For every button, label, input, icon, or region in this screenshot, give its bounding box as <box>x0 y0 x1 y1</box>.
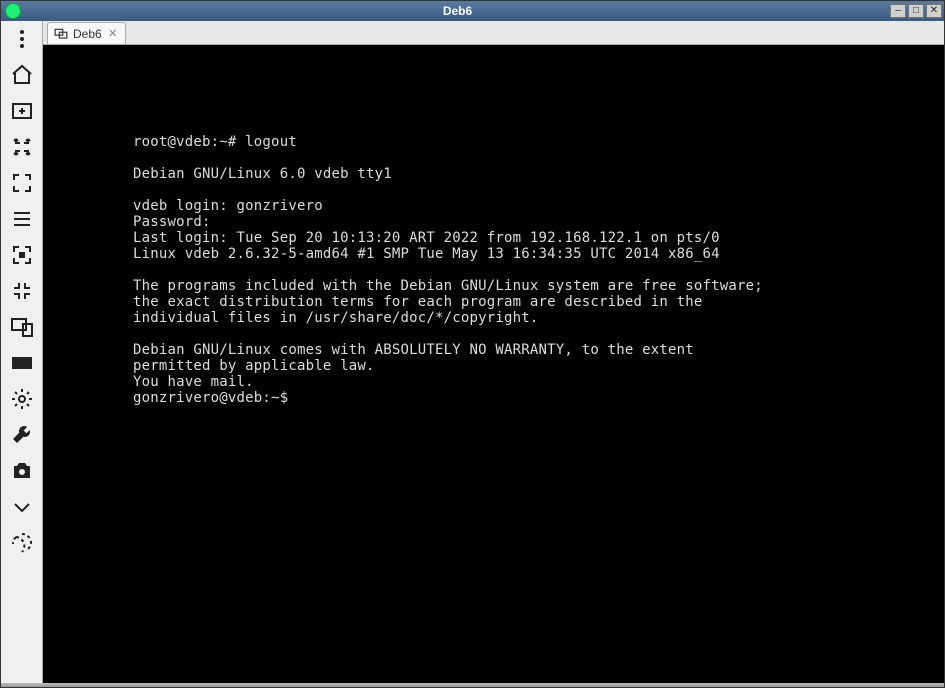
window-controls: ‒ □ ✕ <box>890 4 942 18</box>
sidebar-toolbar <box>1 21 43 683</box>
tab-close-icon[interactable]: ✕ <box>107 28 119 40</box>
tab-deb6[interactable]: Deb6 ✕ <box>47 22 126 44</box>
app-window: Deb6 ‒ □ ✕ <box>0 0 945 688</box>
focus-icon[interactable] <box>7 169 37 197</box>
terminal-viewport[interactable]: root@vdeb:~# logout Debian GNU/Linux 6.0… <box>43 45 944 683</box>
chevron-down-icon[interactable] <box>7 493 37 521</box>
window-body: Deb6 ✕ root@vdeb:~# logout Debian GNU/Li… <box>1 21 944 683</box>
settings-icon[interactable] <box>7 385 37 413</box>
tabbar: Deb6 ✕ <box>43 21 944 45</box>
tools-icon[interactable] <box>7 421 37 449</box>
devices-icon[interactable] <box>7 313 37 341</box>
keyboard-icon[interactable] <box>7 349 37 377</box>
close-button[interactable]: ✕ <box>926 4 942 18</box>
window-title: Deb6 <box>25 4 890 18</box>
minimize-button[interactable]: ‒ <box>890 4 906 18</box>
screens-icon <box>54 27 68 41</box>
list-icon[interactable] <box>7 205 37 233</box>
home-icon[interactable] <box>7 61 37 89</box>
maximize-button[interactable]: □ <box>908 4 924 18</box>
statusbar <box>1 683 944 687</box>
fullscreen-exit-icon[interactable] <box>7 277 37 305</box>
titlebar[interactable]: Deb6 ‒ □ ✕ <box>1 1 944 21</box>
disconnect-icon[interactable] <box>7 529 37 557</box>
main-area: Deb6 ✕ root@vdeb:~# logout Debian GNU/Li… <box>43 21 944 683</box>
screenshot-icon[interactable] <box>7 457 37 485</box>
fullscreen-enter-icon[interactable] <box>7 241 37 269</box>
drag-handle-icon[interactable] <box>7 25 37 53</box>
terminal-output: root@vdeb:~# logout Debian GNU/Linux 6.0… <box>45 49 942 406</box>
app-icon <box>5 3 21 19</box>
switch-session-icon[interactable] <box>7 133 37 161</box>
tab-label: Deb6 <box>73 27 102 41</box>
add-screen-icon[interactable] <box>7 97 37 125</box>
